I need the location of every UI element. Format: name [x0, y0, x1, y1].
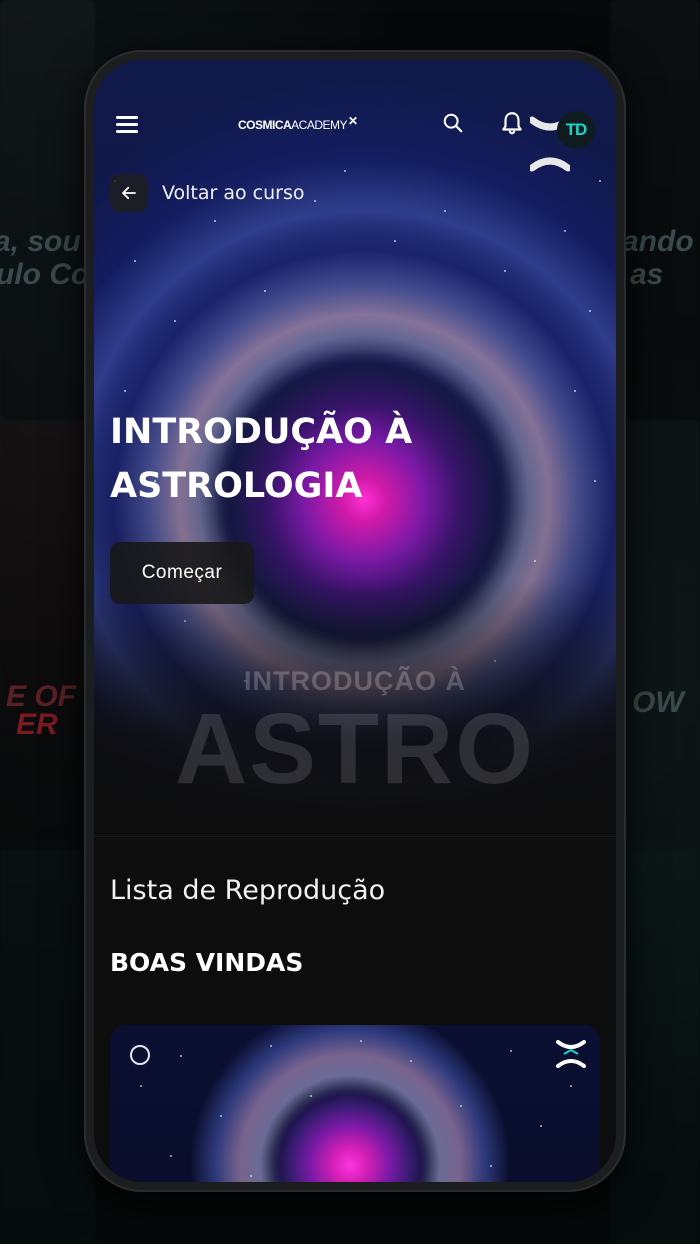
back-button[interactable] — [110, 174, 148, 212]
start-button[interactable]: Começar — [110, 542, 254, 604]
background-text: a, sou — [0, 225, 81, 258]
background-text: as — [630, 258, 664, 291]
phone-screen: COSMICAACADEMY✕ TD Voltar ao curso INTRO… — [94, 60, 616, 1182]
brand-logo-mark: ✕ — [348, 114, 358, 128]
star-field — [110, 1025, 600, 1182]
search-icon[interactable] — [442, 112, 464, 134]
background-card-bottom-left — [0, 850, 95, 1244]
background-text: OW — [632, 686, 684, 719]
background-text: ando — [622, 225, 694, 258]
background-card-middle-left — [0, 420, 95, 840]
course-title: INTRODUÇÃO À ASTROLOGIA — [110, 412, 413, 506]
avatar[interactable]: TD — [557, 111, 595, 149]
back-to-course-link[interactable]: Voltar ao curso — [110, 174, 305, 212]
background-text: ER — [16, 708, 58, 741]
hamburger-menu-icon[interactable] — [116, 116, 138, 134]
background-text: ulo Co — [0, 258, 90, 291]
hero-watermark-title: ASTRO — [175, 693, 535, 805]
top-bar: COSMICAACADEMY✕ TD — [94, 94, 616, 172]
bell-icon[interactable] — [499, 110, 525, 136]
phone-frame: COSMICAACADEMY✕ TD Voltar ao curso INTRO… — [84, 50, 626, 1192]
arrow-left-icon — [122, 186, 136, 200]
background-card-top-left — [0, 0, 95, 420]
brand-logo-light: ACADEMY — [291, 118, 348, 132]
back-label: Voltar ao curso — [162, 182, 305, 204]
divider — [94, 836, 616, 837]
stage: a, sou ulo Co ando as E OF ER OW COSMICA… — [0, 0, 700, 1244]
module-title: BOAS VINDAS — [110, 948, 304, 977]
brand-logo-bold: COSMICA — [238, 118, 292, 132]
lesson-complete-checkbox[interactable] — [130, 1045, 150, 1065]
brand-logo[interactable]: COSMICAACADEMY✕ — [238, 114, 358, 132]
playlist-title: Lista de Reprodução — [110, 875, 386, 906]
lesson-thumbnail[interactable] — [110, 1025, 600, 1182]
avatar-initials: TD — [565, 120, 588, 139]
x-logo-icon — [556, 1040, 586, 1068]
